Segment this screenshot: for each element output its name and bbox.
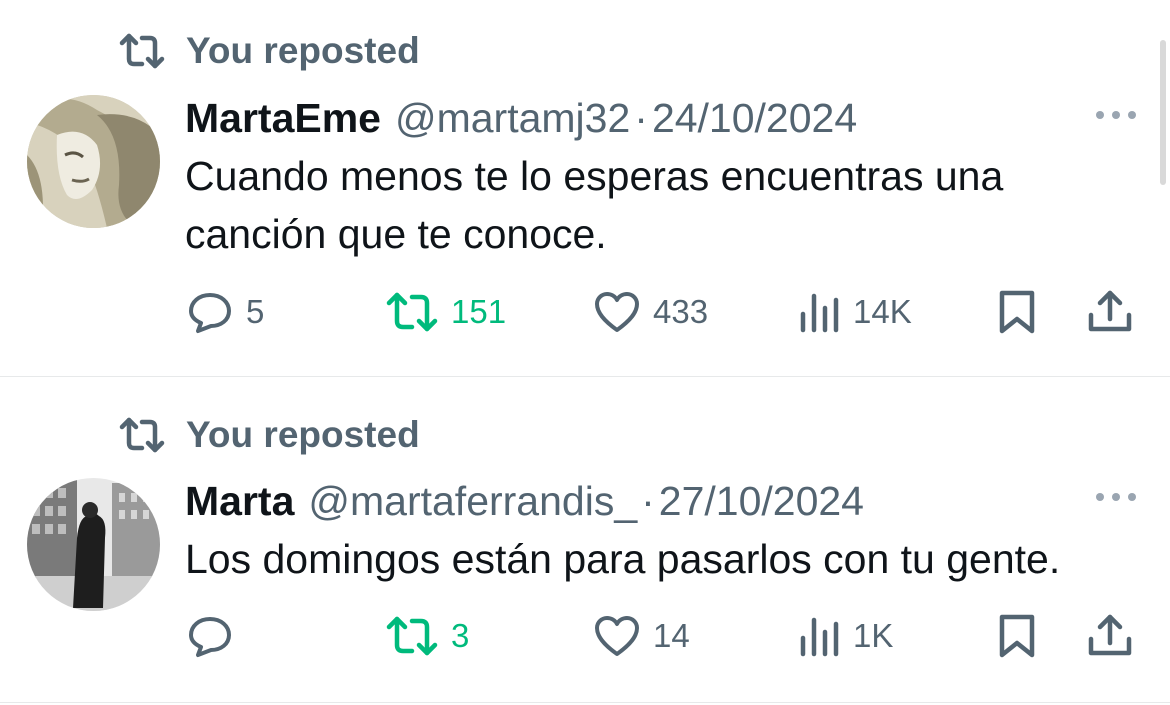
- tweet-date[interactable]: 24/10/2024: [652, 95, 857, 142]
- bookmark-icon: [999, 614, 1035, 658]
- author-name[interactable]: MartaEme: [185, 95, 381, 142]
- share-button[interactable]: [1087, 611, 1133, 661]
- view-count: 1K: [853, 617, 894, 654]
- reply-button[interactable]: 5: [188, 287, 264, 337]
- reply-button[interactable]: [188, 611, 234, 661]
- more-icon[interactable]: [1096, 491, 1136, 503]
- social-context-label: You reposted: [186, 414, 420, 455]
- like-button[interactable]: 14: [593, 611, 690, 661]
- tweet-date[interactable]: 27/10/2024: [659, 478, 864, 525]
- repost-icon: [386, 616, 438, 656]
- author-name[interactable]: Marta: [185, 478, 294, 525]
- social-context-label: You reposted: [186, 30, 420, 71]
- repost-icon: [119, 417, 165, 453]
- like-count: 14: [653, 617, 690, 654]
- reply-icon: [189, 617, 231, 657]
- more-icon[interactable]: [1096, 109, 1136, 121]
- heart-icon: [595, 292, 639, 332]
- repost-icon: [386, 292, 438, 332]
- tweet-text: Cuando menos te lo esperas encuentras un…: [185, 153, 1004, 257]
- tweet-header: MartaEme @martamj32 · 24/10/2024: [185, 95, 857, 142]
- share-icon: [1088, 614, 1132, 656]
- reply-icon: [189, 293, 231, 333]
- views-icon: [800, 293, 839, 333]
- tweet-card[interactable]: You reposted MartaEme @martamj32 · 24/10…: [0, 0, 1170, 377]
- like-button[interactable]: 433: [593, 287, 708, 337]
- repost-count: 151: [451, 293, 507, 330]
- author-handle[interactable]: @martamj32: [395, 95, 630, 142]
- author-handle[interactable]: @martaferrandis_: [308, 478, 637, 525]
- social-context: You reposted: [118, 30, 420, 72]
- repost-button[interactable]: 3: [385, 611, 469, 661]
- social-context: You reposted: [118, 414, 420, 456]
- views-icon: [800, 617, 839, 657]
- avatar[interactable]: [27, 478, 160, 611]
- heart-icon: [595, 616, 639, 656]
- tweet-actions: 3 14 1K: [185, 611, 1145, 661]
- tweet-card[interactable]: You reposted Marta @martaferrandis_ · 27…: [0, 377, 1170, 703]
- avatar[interactable]: [27, 95, 160, 228]
- repost-button[interactable]: 151: [385, 287, 506, 337]
- separator-dot: ·: [634, 95, 648, 141]
- bookmark-button[interactable]: [997, 611, 1037, 661]
- views-button[interactable]: 1K: [797, 611, 893, 661]
- repost-count: 3: [451, 617, 470, 654]
- tweet-actions: 5 151 433 14K: [185, 287, 1145, 337]
- repost-icon: [119, 33, 165, 69]
- bookmark-icon: [999, 290, 1035, 334]
- reply-count: 5: [246, 293, 265, 330]
- views-button[interactable]: 14K: [797, 287, 912, 337]
- bookmark-button[interactable]: [997, 287, 1037, 337]
- like-count: 433: [653, 293, 709, 330]
- tweet-header: Marta @martaferrandis_ · 27/10/2024: [185, 478, 864, 525]
- tweet-text: Los domingos están para pasarlos con tu …: [185, 536, 1061, 582]
- separator-dot: ·: [641, 478, 655, 524]
- avatar-image: [27, 95, 160, 228]
- share-button[interactable]: [1087, 287, 1133, 337]
- avatar-image: [27, 478, 160, 611]
- share-icon: [1088, 290, 1132, 332]
- view-count: 14K: [853, 293, 912, 330]
